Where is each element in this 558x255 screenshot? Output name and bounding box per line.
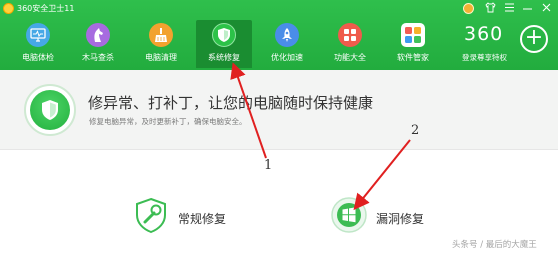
routine-repair-label: 常规修复 xyxy=(178,212,227,226)
nav-label: 优化加速 xyxy=(271,53,303,62)
nav-item-features[interactable]: 功能大全 xyxy=(322,20,378,68)
title-bar: 360安全卫士11 xyxy=(0,0,558,18)
login-privilege-link[interactable]: 登录尊享特权 xyxy=(462,52,507,63)
shirt-icon[interactable] xyxy=(483,2,497,16)
repair-banner: 修异常、打补丁，让您的电脑随时保持健康 修复电脑异常，及时更新补丁，确保电脑安全… xyxy=(0,70,558,150)
brand-area[interactable]: 360 + 登录尊享特权 xyxy=(462,23,554,67)
nav-label: 软件管家 xyxy=(397,53,429,62)
menu-icon[interactable] xyxy=(502,2,516,16)
brand-logo: 360 xyxy=(464,23,504,45)
shield-icon xyxy=(212,23,236,47)
plus-icon[interactable]: + xyxy=(520,25,548,53)
rocket-icon xyxy=(275,23,299,47)
nav-item-pc-cleanup[interactable]: 电脑清理 xyxy=(133,20,189,68)
grid-icon xyxy=(338,23,362,47)
vulnerability-repair-button[interactable]: 漏洞修复 xyxy=(330,196,440,240)
callout-number-2: 2 xyxy=(411,123,420,138)
close-icon[interactable] xyxy=(539,2,553,16)
nav-item-optimize[interactable]: 优化加速 xyxy=(259,20,315,68)
nav-label: 木马查杀 xyxy=(82,53,114,62)
shield-icon xyxy=(30,90,70,130)
nav-label: 电脑体检 xyxy=(22,53,54,62)
apps-icon xyxy=(401,23,425,47)
medal-icon[interactable] xyxy=(463,3,474,14)
vulnerability-repair-label: 漏洞修复 xyxy=(376,212,425,226)
app-logo-icon xyxy=(3,3,14,14)
horse-icon xyxy=(86,23,110,47)
nav-label: 系统修复 xyxy=(208,53,240,62)
monitor-check-icon xyxy=(26,23,50,47)
banner-subtext: 修复电脑异常，及时更新补丁，确保电脑安全。 xyxy=(89,117,247,126)
top-header: 360安全卫士11 电脑体检 木马查杀 电脑清理 系统修复 优化加速 功能大全 … xyxy=(0,0,558,70)
callout-number-1: 1 xyxy=(264,158,273,173)
shield-badge xyxy=(24,84,76,136)
main-nav: 电脑体检 木马查杀 电脑清理 系统修复 优化加速 功能大全 软件管家 xyxy=(0,20,460,68)
nav-label: 电脑清理 xyxy=(145,53,177,62)
nav-item-pc-checkup[interactable]: 电脑体检 xyxy=(10,20,66,68)
banner-headline: 修异常、打补丁，让您的电脑随时保持健康 xyxy=(88,94,374,112)
nav-item-trojan-scan[interactable]: 木马查杀 xyxy=(70,20,126,68)
routine-repair-button[interactable]: 常规修复 xyxy=(132,196,242,240)
nav-item-software-manager[interactable]: 软件管家 xyxy=(385,20,441,68)
watermark: 头条号 / 最后的大魔王 xyxy=(452,240,537,250)
minimize-icon[interactable] xyxy=(520,2,534,16)
nav-label: 功能大全 xyxy=(334,53,366,62)
wrench-shield-icon xyxy=(132,196,170,234)
broom-icon xyxy=(149,23,173,47)
windows-patch-icon xyxy=(330,196,368,234)
nav-item-system-repair[interactable]: 系统修复 xyxy=(196,20,252,68)
window-title: 360安全卫士11 xyxy=(17,4,75,13)
